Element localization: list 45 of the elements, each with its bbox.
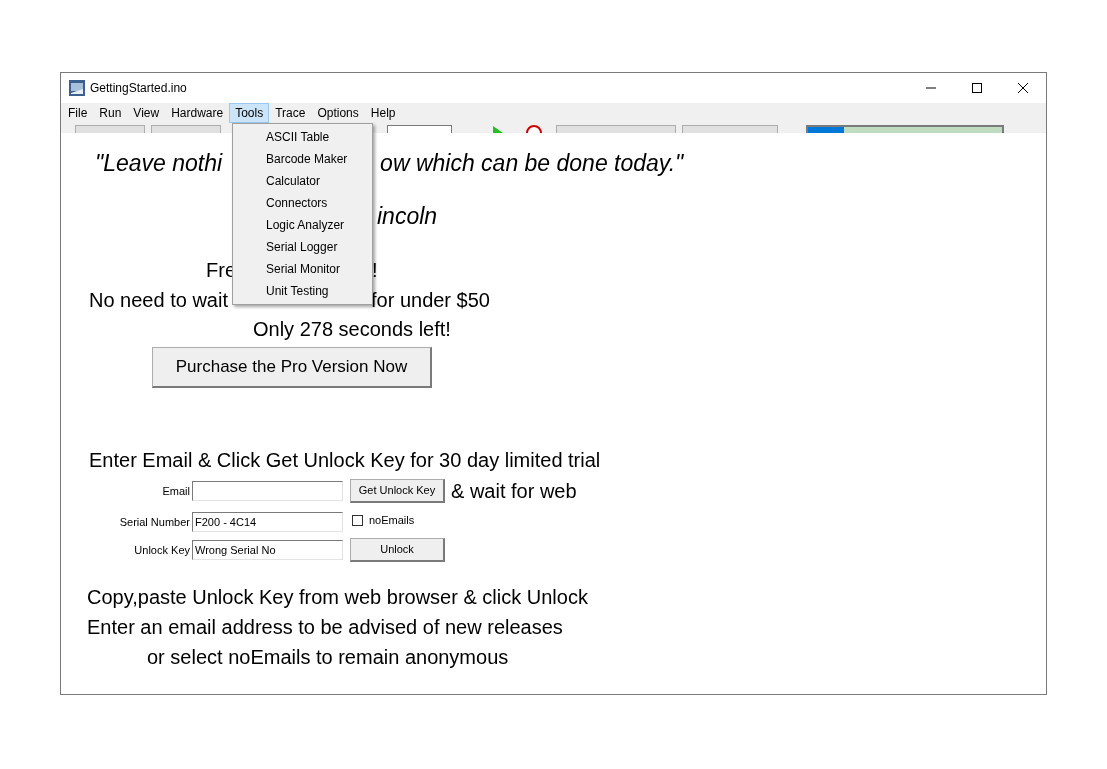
countdown-text: Only 278 seconds left! [253,317,452,342]
dropdown-menu-item[interactable]: Barcode Maker [233,148,372,170]
field-label: Email [161,483,191,499]
field-label: Unlock Key [133,542,191,558]
field-label: Serial Number [118,514,191,530]
menu-item[interactable]: Hardware [165,103,230,123]
instruction-text: or select noEmails to remain anonymous [147,645,510,670]
unlock-key-field[interactable]: Wrong Serial No [192,540,343,560]
email-field[interactable] [192,481,343,501]
menu-item[interactable]: Options [311,103,365,123]
dropdown-menu-item[interactable]: Calculator [233,170,372,192]
stop-icon[interactable] [526,125,542,133]
promo-text: for under $50 [371,288,490,313]
dropdown-menu-item[interactable]: Serial Logger [233,236,372,258]
dropdown-menu-item[interactable]: Unit Testing [233,280,372,302]
get-unlock-key-button[interactable]: Get Unlock Key [350,479,445,503]
dropdown-menu-item[interactable]: Connectors [233,192,372,214]
quote-text: ow which can be done today." [380,149,684,178]
promo-text: No need to wait [89,288,228,313]
promo-text: ! [372,258,378,283]
quote-text: "Leave nothi [95,149,223,178]
menu-item[interactable]: Help [364,103,402,123]
dropdown-menu-item[interactable]: Serial Monitor [233,258,372,280]
no-emails-checkbox[interactable] [352,514,363,526]
purchase-button[interactable]: Purchase the Pro Version Now [152,347,432,388]
window-title: GettingStarted.ino [90,80,187,97]
dropdown-menu-item[interactable]: Logic Analyzer [233,214,372,236]
menu-item[interactable]: View [127,103,166,123]
close-icon [1018,83,1028,93]
menu-item[interactable]: Trace [269,103,312,123]
maximize-icon [972,83,982,93]
wait-note: & wait for web [451,479,578,504]
menu-item[interactable]: Tools [229,103,270,123]
serial-number-field[interactable]: F200 - 4C14 [192,512,343,532]
instruction-text: Copy,paste Unlock Key from web browser & click Unlock [87,585,589,610]
app-icon [69,80,85,96]
menu-item[interactable]: Run [93,103,128,123]
play-icon[interactable] [492,125,504,133]
quote-author: incoln [377,202,439,230]
trial-heading: Enter Email & Click Get Unlock Key for 30 day limited trial [89,448,602,473]
checkbox-label: noEmails [369,513,415,528]
unlock-button[interactable]: Unlock [350,538,445,562]
dropdown-menu-item[interactable]: ASCII Table [233,126,372,148]
instruction-text: Enter an email address to be advised of new releases [87,615,564,640]
menu-item[interactable]: File [62,103,94,123]
